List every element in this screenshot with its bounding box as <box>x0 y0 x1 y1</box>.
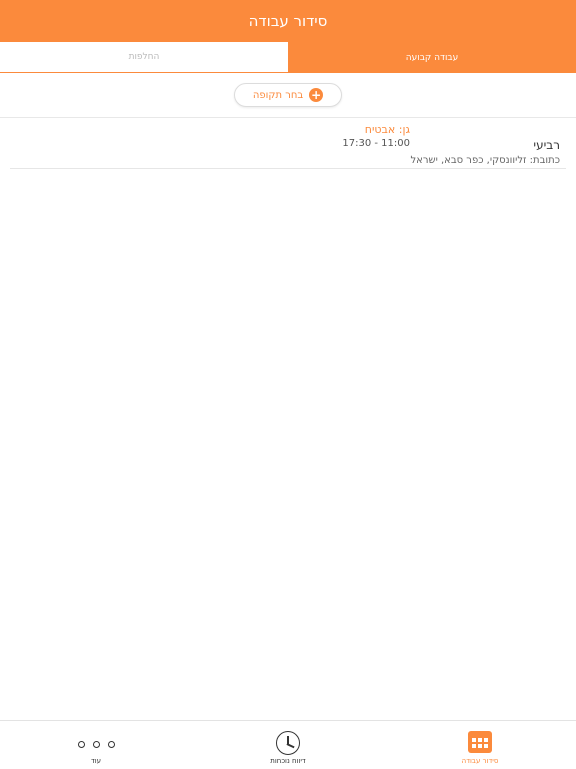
entry-garden: גן: אבטיח <box>364 123 410 136</box>
clock-icon <box>276 731 300 755</box>
bottom-nav: עוד דיווח נוכחות סידור עבודה <box>0 720 576 769</box>
entry-hours: 17:30 - 11:00 <box>342 138 410 149</box>
period-row: + בחר תקופה <box>0 73 576 118</box>
entry-address: כתובת: זליוונסקי, כפר סבא, ישראל <box>410 155 560 166</box>
plus-circle-icon: + <box>309 88 324 102</box>
calendar-icon <box>468 731 492 753</box>
tab-fixed-work[interactable]: עבודה קבועה <box>288 42 576 73</box>
nav-more[interactable]: עוד <box>0 721 192 769</box>
tab-bar: החלפות עבודה קבועה <box>0 42 576 73</box>
entry-day: רביעי <box>533 138 560 152</box>
choose-period-button[interactable]: + בחר תקופה <box>234 83 342 107</box>
tab-replacements[interactable]: החלפות <box>0 42 288 73</box>
nav-work-schedule-label: סידור עבודה <box>461 757 499 765</box>
nav-attendance-label: דיווח נוכחות <box>270 757 306 765</box>
choose-period-label: בחר תקופה <box>252 89 304 101</box>
page-title: סידור עבודה <box>248 12 328 30</box>
nav-attendance[interactable]: דיווח נוכחות <box>192 721 384 769</box>
schedule-entry[interactable]: רביעי גן: אבטיח 17:30 - 11:00 כתובת: זלי… <box>10 120 566 169</box>
nav-more-label: עוד <box>90 757 102 765</box>
more-dots-icon <box>77 731 115 748</box>
app-header: סידור עבודה <box>0 0 576 42</box>
nav-work-schedule[interactable]: סידור עבודה <box>384 721 576 769</box>
